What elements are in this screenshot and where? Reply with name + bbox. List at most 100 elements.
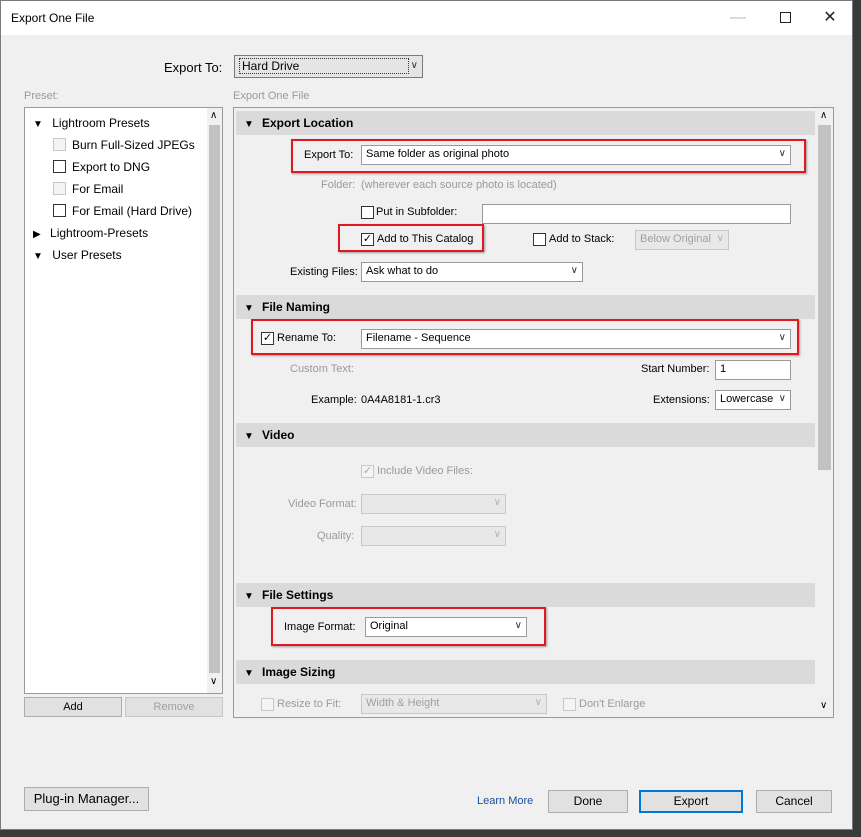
preset-item-export-dng[interactable]: Export to DNG [72, 160, 150, 174]
group-label: Lightroom-Presets [50, 226, 149, 240]
preset-checkbox[interactable] [53, 204, 66, 217]
cancel-button[interactable]: Cancel [756, 790, 832, 813]
tree-group-lightroom-presets-2[interactable]: ▶ Lightroom-Presets [33, 226, 148, 240]
export-dialog: Export One File — ✕ Export To: Hard Driv… [0, 0, 853, 830]
scroll-thumb[interactable] [818, 125, 831, 470]
select-value: Below Original [640, 233, 711, 245]
select-value: Width & Height [366, 697, 440, 709]
group-label: Lightroom Presets [52, 116, 150, 130]
expanded-triangle-icon: ▼ [244, 119, 254, 130]
existing-files-label: Existing Files: [290, 266, 358, 278]
add-to-stack-checkbox[interactable] [533, 233, 546, 246]
expanded-triangle-icon: ▼ [244, 303, 254, 314]
expanded-triangle-icon: ▼ [244, 668, 254, 679]
resize-to-fit-label: Resize to Fit: [277, 698, 342, 710]
select-value: Ask what to do [366, 265, 439, 277]
settings-scrollbar[interactable]: ∧ ∨ [816, 108, 833, 717]
highlight-box [291, 139, 806, 173]
remove-preset-button[interactable]: Remove [125, 697, 223, 717]
section-export-location[interactable]: ▼ Export Location [236, 111, 815, 135]
preset-scrollbar[interactable]: ∧ ∨ [207, 108, 222, 693]
existing-files-select[interactable]: Ask what to do ∨ [361, 262, 583, 282]
preset-tree: ▼ Lightroom Presets Burn Full-Sized JPEG… [24, 107, 223, 694]
preset-label: Preset: [24, 90, 59, 102]
preset-item-burn-jpegs[interactable]: Burn Full-Sized JPEGs [72, 138, 195, 152]
section-file-naming[interactable]: ▼ File Naming [236, 295, 815, 319]
example-value: 0A4A8181-1.cr3 [361, 394, 441, 406]
export-button[interactable]: Export [639, 790, 743, 813]
dont-enlarge-checkbox [563, 698, 576, 711]
section-file-settings[interactable]: ▼ File Settings [236, 583, 815, 607]
start-number-input[interactable]: 1 [715, 360, 791, 380]
export-to-value: Hard Drive [239, 58, 409, 74]
chevron-down-icon: ∨ [493, 497, 501, 508]
section-video[interactable]: ▼ Video [236, 423, 815, 447]
subfolder-checkbox[interactable] [361, 206, 374, 219]
section-title: Video [262, 428, 295, 442]
done-button[interactable]: Done [548, 790, 628, 813]
resize-to-fit-checkbox [261, 698, 274, 711]
tree-group-lightroom-presets[interactable]: ▼ Lightroom Presets [33, 116, 150, 130]
plugin-manager-button[interactable]: Plug-in Manager... [24, 787, 149, 811]
highlight-box [338, 224, 484, 252]
export-to-label: Export To: [164, 60, 223, 75]
add-to-stack-label: Add to Stack: [549, 233, 615, 245]
subfolder-label: Put in Subfolder: [376, 206, 458, 218]
maximize-icon[interactable] [762, 1, 808, 35]
section-title: Image Sizing [262, 665, 336, 679]
collapsed-triangle-icon: ▶ [33, 229, 41, 240]
close-icon[interactable]: ✕ [807, 1, 853, 35]
folder-label: Folder: [321, 179, 356, 191]
minimize-icon: — [730, 9, 746, 26]
preset-item-email-hard-drive[interactable]: For Email (Hard Drive) [72, 204, 192, 218]
extensions-select[interactable]: Lowercase ∨ [715, 390, 791, 410]
dont-enlarge-label: Don't Enlarge [579, 698, 646, 710]
settings-panel-title: Export One File [233, 90, 310, 102]
video-format-select: ∨ [361, 494, 506, 514]
quality-label: Quality: [317, 530, 355, 542]
extensions-label: Extensions: [653, 394, 710, 406]
highlight-box [251, 319, 799, 355]
stack-position-select: Below Original ∨ [635, 230, 729, 250]
subfolder-input[interactable] [482, 204, 791, 224]
highlight-box [271, 607, 546, 646]
folder-value: (wherever each source photo is located) [361, 179, 557, 191]
export-to-select[interactable]: Hard Drive ∨ [234, 55, 423, 78]
section-title: File Settings [262, 588, 334, 602]
chevron-down-icon: ∨ [534, 697, 542, 708]
chevron-down-icon: ∨ [570, 265, 578, 276]
scroll-down-icon[interactable]: ∨ [210, 676, 217, 687]
group-label: User Presets [52, 248, 122, 262]
scroll-up-icon[interactable]: ∧ [820, 110, 827, 121]
example-label: Example: [311, 394, 357, 406]
quality-select: ∨ [361, 526, 506, 546]
custom-text-label: Custom Text: [290, 363, 354, 375]
expanded-triangle-icon: ▼ [244, 431, 254, 442]
chevron-down-icon: ∨ [716, 233, 724, 244]
learn-more-link[interactable]: Learn More [477, 795, 533, 807]
include-video-label: Include Video Files: [377, 465, 473, 477]
preset-checkbox[interactable] [53, 160, 66, 173]
preset-checkbox [53, 182, 66, 195]
include-video-checkbox: ✓ [361, 465, 374, 478]
scroll-up-icon[interactable]: ∧ [210, 110, 217, 121]
window-title: Export One File [11, 11, 95, 25]
section-title: File Naming [262, 300, 331, 314]
start-number-label: Start Number: [641, 363, 710, 375]
preset-checkbox [53, 138, 66, 151]
section-title: Export Location [262, 116, 354, 130]
title-bar: Export One File — ✕ [1, 1, 852, 35]
section-image-sizing[interactable]: ▼ Image Sizing [236, 660, 815, 684]
tree-group-user-presets[interactable]: ▼ User Presets [33, 248, 122, 262]
expanded-triangle-icon: ▼ [33, 119, 43, 130]
scroll-down-icon[interactable]: ∨ [820, 700, 827, 711]
chevron-down-icon: ∨ [493, 529, 501, 540]
chevron-down-icon: ∨ [778, 393, 786, 404]
select-value: Lowercase [720, 393, 774, 405]
add-preset-button[interactable]: Add [24, 697, 122, 717]
video-format-label: Video Format: [288, 498, 357, 510]
preset-item-for-email[interactable]: For Email [72, 182, 123, 196]
resize-mode-select: Width & Height ∨ [361, 694, 547, 714]
scroll-thumb[interactable] [209, 125, 220, 673]
chevron-down-icon: ∨ [410, 60, 418, 71]
